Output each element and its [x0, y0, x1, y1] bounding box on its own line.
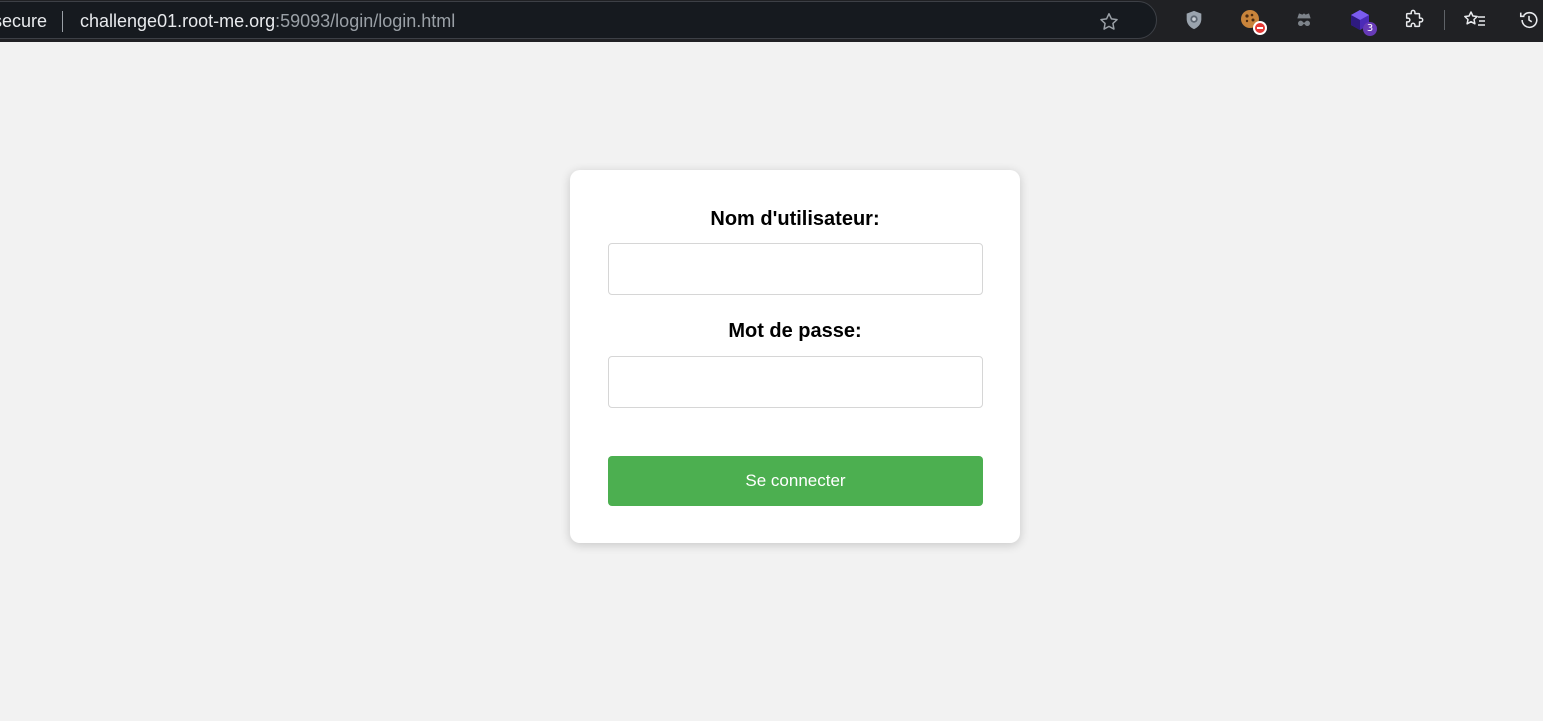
cube-extension-icon[interactable]: 3: [1347, 7, 1377, 36]
security-indicator[interactable]: ot secure: [0, 11, 47, 32]
reading-list-icon[interactable]: [1462, 7, 1488, 33]
history-icon[interactable]: [1516, 7, 1542, 33]
password-input[interactable]: [608, 356, 983, 408]
toolbar-divider: [1444, 10, 1445, 30]
incognito-extension-icon[interactable]: [1291, 7, 1317, 33]
cube-badge-count: 3: [1363, 22, 1377, 36]
cookie-block-extension-icon[interactable]: [1238, 7, 1267, 35]
blocked-badge-icon: [1253, 21, 1267, 35]
shield-extension-icon[interactable]: [1181, 7, 1207, 33]
login-button[interactable]: Se connecter: [608, 456, 983, 506]
password-label: Mot de passe:: [728, 320, 862, 342]
browser-toolbar: ot secure challenge01.root-me.org:59093/…: [0, 0, 1543, 42]
extensions-puzzle-icon[interactable]: [1401, 7, 1427, 33]
address-divider: [62, 11, 63, 32]
address-bar[interactable]: ot secure challenge01.root-me.org:59093/…: [0, 1, 1157, 39]
url-host: challenge01.root-me.org: [80, 11, 276, 31]
url-text[interactable]: challenge01.root-me.org:59093/login/logi…: [80, 11, 455, 32]
login-card: Nom d'utilisateur: Mot de passe: Se conn…: [570, 170, 1020, 543]
bookmark-star-icon[interactable]: [1097, 10, 1121, 34]
username-label: Nom d'utilisateur:: [710, 208, 880, 230]
username-input[interactable]: [608, 243, 983, 295]
url-path: :59093/login/login.html: [275, 11, 456, 31]
